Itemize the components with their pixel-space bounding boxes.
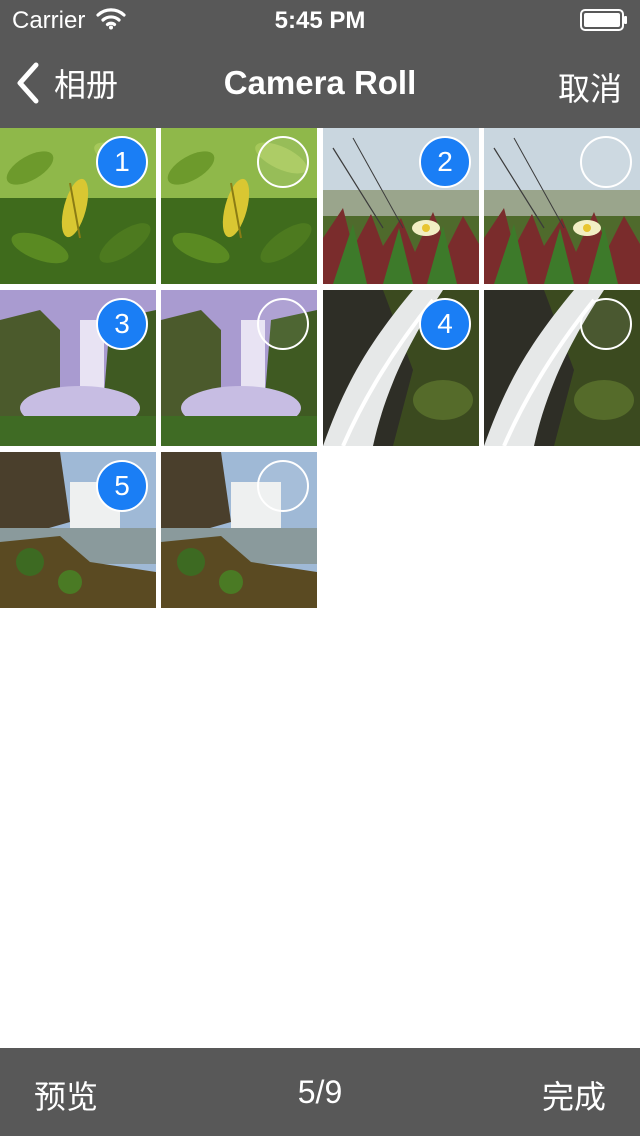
- photo-thumbnail[interactable]: [161, 452, 317, 608]
- bottom-toolbar: 预览 5/9 完成: [0, 1048, 640, 1136]
- selection-badge[interactable]: 3: [96, 298, 148, 350]
- selection-index: 4: [437, 308, 453, 339]
- selection-badge[interactable]: [257, 298, 309, 350]
- nav-bar: 相册 Camera Roll 取消: [0, 40, 640, 128]
- selection-badge[interactable]: 1: [96, 136, 148, 188]
- selection-badge[interactable]: [257, 136, 309, 188]
- selection-badge[interactable]: 5: [96, 460, 148, 512]
- cancel-button[interactable]: 取消: [558, 64, 622, 110]
- back-label: 相册: [54, 66, 119, 104]
- status-time: 5:45 PM: [274, 7, 366, 34]
- selection-index: 2: [437, 146, 453, 177]
- preview-button[interactable]: 预览: [34, 1072, 98, 1118]
- photo-thumbnail[interactable]: [484, 128, 640, 284]
- status-bar: Carrier 5:45 PM: [0, 0, 640, 40]
- selection-badge[interactable]: 4: [419, 298, 471, 350]
- battery-icon: [580, 9, 627, 31]
- chevron-left-icon: [17, 62, 39, 104]
- photo-thumbnail[interactable]: [161, 290, 317, 446]
- selection-badge[interactable]: [257, 460, 309, 512]
- photo-thumbnail[interactable]: 3: [0, 290, 156, 446]
- selection-badge[interactable]: [580, 298, 632, 350]
- selection-badge[interactable]: 2: [419, 136, 471, 188]
- photo-thumbnail[interactable]: [161, 128, 317, 284]
- selection-badge[interactable]: [580, 136, 632, 188]
- done-button[interactable]: 完成: [542, 1072, 606, 1118]
- photo-thumbnail[interactable]: [484, 290, 640, 446]
- photo-thumbnail[interactable]: 4: [323, 290, 479, 446]
- selection-index: 1: [114, 146, 130, 177]
- photo-thumbnail[interactable]: 1: [0, 128, 156, 284]
- photo-thumbnail[interactable]: 2: [323, 128, 479, 284]
- back-button[interactable]: 相册: [14, 58, 118, 108]
- selection-index: 5: [114, 470, 130, 501]
- selection-index: 3: [114, 308, 130, 339]
- photo-thumbnail[interactable]: 5: [0, 452, 156, 608]
